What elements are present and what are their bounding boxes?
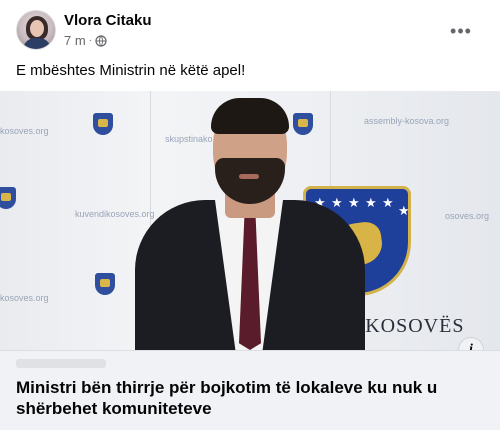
watermark-text: osoves.org — [445, 211, 490, 221]
meta-separator: · — [88, 35, 93, 46]
link-title[interactable]: Ministri bën thirrje për bojkotim të lok… — [16, 377, 486, 419]
facebook-post: Vlora Citaku 7 m · ••• E mbështes Minist… — [0, 0, 500, 430]
assembly-logo — [0, 187, 16, 209]
link-domain-placeholder — [16, 359, 106, 368]
more-options-button[interactable]: ••• — [446, 16, 476, 46]
post-image[interactable]: kosoves.org skupstinako assembly-kosova.… — [0, 91, 500, 350]
watermark-text: kosoves.org — [0, 293, 49, 303]
author-name[interactable]: Vlora Citaku — [64, 12, 152, 29]
globe-icon[interactable] — [95, 34, 107, 47]
avatar[interactable] — [16, 10, 56, 50]
assembly-logo — [93, 113, 113, 135]
link-preview[interactable]: Ministri bën thirrje për bojkotim të lok… — [0, 350, 500, 430]
post-text: E mbështes Ministrin në këtë apel! — [16, 62, 246, 79]
speaker-photo — [135, 98, 365, 350]
post-meta: 7 m · — [64, 33, 107, 48]
assembly-logo — [95, 273, 115, 295]
watermark-text: assembly-kosova.org — [364, 116, 450, 126]
post-time[interactable]: 7 m — [64, 33, 86, 48]
post-header: Vlora Citaku 7 m · ••• — [16, 10, 488, 50]
watermark-text: kosoves.org — [0, 126, 49, 136]
